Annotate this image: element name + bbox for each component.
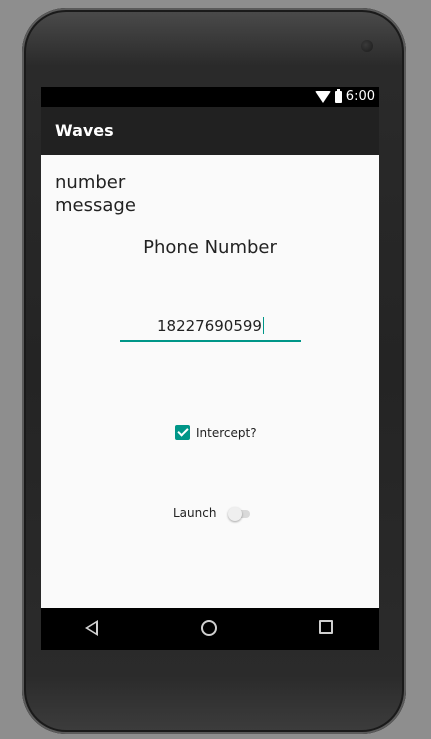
launch-label: Launch xyxy=(173,506,217,520)
app-title: Waves xyxy=(55,121,114,140)
battery-icon xyxy=(334,88,342,103)
launch-switch-thumb xyxy=(228,507,243,521)
front-camera xyxy=(361,40,373,52)
text-caret xyxy=(262,317,264,334)
back-icon xyxy=(85,620,98,636)
main-content: number message Phone Number 18227690599 … xyxy=(41,155,379,608)
status-icons: 6:00 xyxy=(314,88,375,104)
phone-number-label: Phone Number xyxy=(143,237,277,258)
intercept-checkbox[interactable] xyxy=(175,425,190,440)
header-line-number: number xyxy=(55,172,126,193)
status-time: 6:00 xyxy=(345,89,375,104)
phone-number-input[interactable]: 18227690599 xyxy=(120,317,301,342)
home-icon xyxy=(201,620,217,636)
header-line-message: message xyxy=(55,195,136,216)
intercept-row[interactable]: Intercept? xyxy=(175,425,257,440)
home-button[interactable] xyxy=(201,620,219,638)
header-text: number message xyxy=(55,171,136,217)
launch-row[interactable]: Launch xyxy=(173,506,251,521)
phone-number-value: 18227690599 xyxy=(157,317,262,335)
recents-button[interactable] xyxy=(319,620,337,638)
recents-icon xyxy=(319,620,333,634)
wifi-icon xyxy=(314,90,331,103)
launch-switch[interactable] xyxy=(228,507,251,521)
device-screen: 6:00 Waves number message Phone Number 1… xyxy=(41,87,379,650)
intercept-label: Intercept? xyxy=(196,425,257,440)
status-bar: 6:00 xyxy=(41,87,379,107)
app-bar: Waves xyxy=(41,107,379,155)
back-button[interactable] xyxy=(85,620,103,638)
navigation-bar xyxy=(41,608,379,650)
